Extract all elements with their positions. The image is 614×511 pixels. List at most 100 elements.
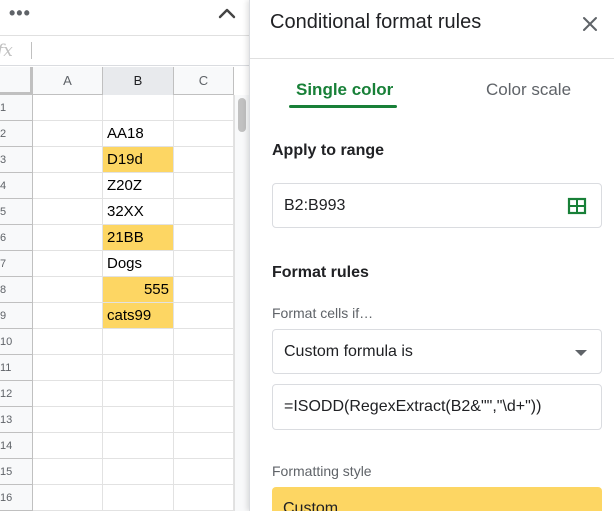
formula-bar[interactable]: fx — [0, 37, 249, 66]
row-header[interactable]: 5 — [0, 199, 33, 225]
row-header[interactable]: 12 — [0, 381, 33, 407]
cell-b16[interactable] — [103, 485, 174, 511]
row-header[interactable]: 16 — [0, 485, 33, 511]
cell-c6[interactable] — [174, 225, 234, 251]
cell-b10[interactable] — [103, 329, 174, 355]
cell-a15[interactable] — [33, 459, 103, 485]
table-row: 9 cats99 — [0, 303, 234, 329]
vertical-scrollbar[interactable] — [234, 95, 249, 511]
cell-a4[interactable] — [33, 173, 103, 199]
cell-a12[interactable] — [33, 381, 103, 407]
row-header[interactable]: 6 — [0, 225, 33, 251]
table-row: 8 555 — [0, 277, 234, 303]
cell-c16[interactable] — [174, 485, 234, 511]
cell-a13[interactable] — [33, 407, 103, 433]
cell-c12[interactable] — [174, 381, 234, 407]
panel-divider — [250, 58, 614, 59]
row-header[interactable]: 11 — [0, 355, 33, 381]
cell-b12[interactable] — [103, 381, 174, 407]
cell-b7[interactable]: Dogs — [103, 251, 174, 277]
cell-c2[interactable] — [174, 121, 234, 147]
cell-a5[interactable] — [33, 199, 103, 225]
more-options-icon[interactable]: ••• — [9, 3, 31, 24]
cell-c15[interactable] — [174, 459, 234, 485]
cell-c9[interactable] — [174, 303, 234, 329]
cell-c8[interactable] — [174, 277, 234, 303]
select-all-corner[interactable] — [0, 67, 33, 95]
cell-c5[interactable] — [174, 199, 234, 225]
cell-c1[interactable] — [174, 95, 234, 121]
row-header[interactable]: 9 — [0, 303, 33, 329]
dropdown-arrow-icon — [575, 350, 587, 356]
table-row: 7 Dogs — [0, 251, 234, 277]
cell-b15[interactable] — [103, 459, 174, 485]
cell-c14[interactable] — [174, 433, 234, 459]
cell-b11[interactable] — [103, 355, 174, 381]
cell-b5[interactable]: 32XX — [103, 199, 174, 225]
cell-c13[interactable] — [174, 407, 234, 433]
row-header[interactable]: 2 — [0, 121, 33, 147]
table-row: 13 — [0, 407, 234, 433]
tab-color-scale[interactable]: Color scale — [486, 80, 571, 100]
active-tab-indicator — [289, 105, 397, 108]
cell-c4[interactable] — [174, 173, 234, 199]
cell-a6[interactable] — [33, 225, 103, 251]
cell-a16[interactable] — [33, 485, 103, 511]
cell-b6[interactable]: 21BB — [103, 225, 174, 251]
cell-a2[interactable] — [33, 121, 103, 147]
cell-b4[interactable]: Z20Z — [103, 173, 174, 199]
table-row: 10 — [0, 329, 234, 355]
column-header-row: ABC — [0, 67, 234, 95]
cell-a10[interactable] — [33, 329, 103, 355]
custom-formula-input[interactable]: =ISODD(RegexExtract(B2&"","\d+")) — [272, 384, 602, 430]
table-row: 4 Z20Z — [0, 173, 234, 199]
cell-b9[interactable]: cats99 — [103, 303, 174, 329]
row-header[interactable]: 10 — [0, 329, 33, 355]
cell-a9[interactable] — [33, 303, 103, 329]
row-header[interactable]: 14 — [0, 433, 33, 459]
row-header[interactable]: 4 — [0, 173, 33, 199]
formatting-style-preview-label: Custom — [283, 500, 339, 511]
cell-b8[interactable]: 555 — [103, 277, 174, 303]
row-header[interactable]: 7 — [0, 251, 33, 277]
scrollbar-thumb[interactable] — [238, 98, 246, 132]
table-row: 1 — [0, 95, 234, 121]
cell-a11[interactable] — [33, 355, 103, 381]
range-input[interactable]: B2:B993 — [272, 183, 602, 228]
cell-a8[interactable] — [33, 277, 103, 303]
column-header-c[interactable]: C — [174, 67, 234, 95]
cell-c10[interactable] — [174, 329, 234, 355]
cell-a1[interactable] — [33, 95, 103, 121]
cell-b3[interactable]: D19d — [103, 147, 174, 173]
table-row: 12 — [0, 381, 234, 407]
cell-b14[interactable] — [103, 433, 174, 459]
chevron-up-icon[interactable] — [217, 5, 237, 21]
cell-c3[interactable] — [174, 147, 234, 173]
close-icon[interactable] — [580, 14, 600, 34]
cell-a14[interactable] — [33, 433, 103, 459]
formula-bar-divider — [31, 42, 32, 59]
condition-select-value: Custom formula is — [284, 343, 413, 360]
tab-single-color[interactable]: Single color — [296, 80, 393, 100]
column-header-b[interactable]: B — [103, 67, 174, 95]
formatting-style-preview[interactable]: Custom — [272, 487, 602, 511]
table-row: 11 — [0, 355, 234, 381]
cell-c11[interactable] — [174, 355, 234, 381]
row-header[interactable]: 15 — [0, 459, 33, 485]
row-header[interactable]: 3 — [0, 147, 33, 173]
condition-select[interactable]: Custom formula is — [272, 329, 602, 374]
cell-c7[interactable] — [174, 251, 234, 277]
cell-a7[interactable] — [33, 251, 103, 277]
row-header[interactable]: 8 — [0, 277, 33, 303]
cell-b13[interactable] — [103, 407, 174, 433]
select-range-grid-icon[interactable] — [567, 196, 587, 216]
cell-a3[interactable] — [33, 147, 103, 173]
row-header[interactable]: 1 — [0, 95, 33, 121]
custom-formula-value: =ISODD(RegexExtract(B2&"","\d+")) — [284, 398, 542, 415]
cell-b1[interactable] — [103, 95, 174, 121]
row-header[interactable]: 13 — [0, 407, 33, 433]
cell-b2[interactable]: AA18 — [103, 121, 174, 147]
column-header-a[interactable]: A — [33, 67, 103, 95]
table-row: 15 — [0, 459, 234, 485]
range-input-value: B2:B993 — [284, 197, 346, 214]
